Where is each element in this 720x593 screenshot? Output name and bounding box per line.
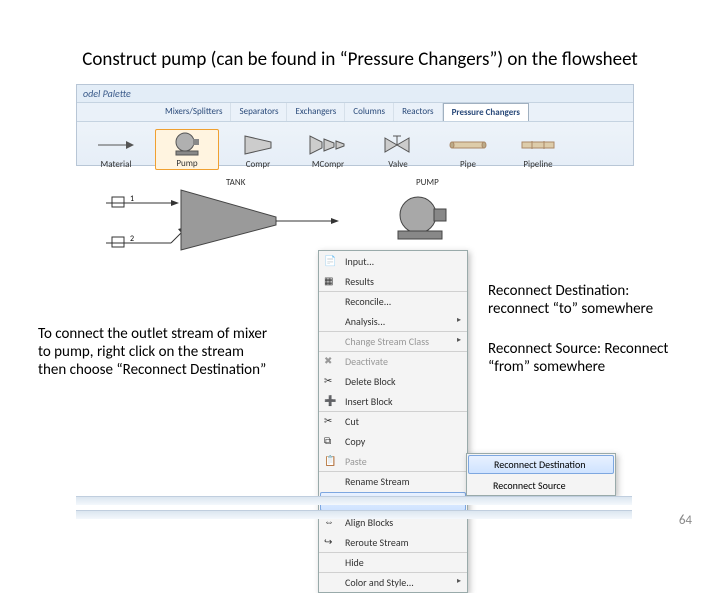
- menu-item-label: Hide: [345, 556, 364, 569]
- menu-item-label: Copy: [345, 435, 365, 448]
- x-icon: ✖: [324, 354, 338, 368]
- palette-item-label: Compr: [246, 159, 271, 170]
- palette-items: Material Pump Compr MCompr Valve: [77, 122, 633, 172]
- palette-item-valve[interactable]: Valve: [367, 131, 429, 170]
- menu-item-label: Insert Block: [345, 395, 393, 408]
- menu-item-input-[interactable]: 📄 Input...: [319, 251, 467, 271]
- palette-item-material[interactable]: Material: [85, 131, 147, 170]
- caption-left: To connect the outlet stream of mixer to…: [38, 325, 268, 379]
- pipe-icon: [446, 131, 490, 159]
- route-icon: ↪: [324, 535, 338, 549]
- stream1-label: 1: [130, 194, 134, 204]
- page-number: 64: [679, 513, 692, 528]
- decorative-bar: [76, 510, 632, 519]
- material-icon: [94, 131, 138, 159]
- menu-item-results[interactable]: ▦ Results: [319, 271, 467, 291]
- caption-reconnect-source: Reconnect Source: Reconnect “from” somew…: [488, 340, 698, 376]
- grid-icon: ▦: [324, 274, 338, 288]
- menu-item-rename-stream[interactable]: Rename Stream: [319, 471, 467, 491]
- stream2-label: 2: [130, 234, 134, 244]
- pump-icon: [165, 130, 209, 158]
- palette-item-label: Pipe: [460, 159, 476, 170]
- slide-title: Construct pump (can be found in “Pressur…: [60, 48, 660, 71]
- tank-label: TANK: [226, 177, 246, 188]
- submenu-item-reconnect-source[interactable]: Reconnect Source: [467, 475, 615, 495]
- submenu-item-reconnect-destination[interactable]: Reconnect Destination: [468, 455, 614, 474]
- menu-item-label: Paste: [345, 455, 367, 468]
- menu-item-label: Change Stream Class: [345, 335, 429, 348]
- valve-icon: [376, 131, 420, 159]
- context-menu: 📄 Input... ▦ Results Reconcile... Analysis...…: [318, 250, 468, 593]
- tab-reactors[interactable]: Reactors: [394, 103, 443, 121]
- menu-item-deactivate[interactable]: ✖ Deactivate: [319, 351, 467, 371]
- menu-item-label: Delete Block: [345, 375, 396, 388]
- palette-item-pipeline[interactable]: Pipeline: [507, 131, 569, 170]
- del-icon: ✂: [324, 374, 338, 388]
- menu-item-label: Results: [345, 275, 374, 288]
- menu-item-label: Deactivate: [345, 355, 388, 368]
- pipeline-icon: [516, 131, 560, 159]
- palette-item-label: MCompr: [312, 159, 344, 170]
- menu-item-reroute-stream[interactable]: ↪ Reroute Stream: [319, 532, 467, 552]
- menu-item-label: Reconcile...: [345, 295, 391, 308]
- copy-icon: ⧉: [324, 434, 338, 448]
- model-palette: odel Palette Mixers/Splitters Separators…: [76, 84, 634, 166]
- tab-separators[interactable]: Separators: [231, 103, 287, 121]
- palette-tabs: Mixers/Splitters Separators Exchangers C…: [77, 103, 633, 122]
- menu-item-label: Analysis...: [345, 315, 385, 328]
- menu-item-cut[interactable]: ✂ Cut: [319, 411, 467, 431]
- menu-item-label: Reroute Stream: [345, 536, 409, 549]
- reconnect-submenu: Reconnect DestinationReconnect Source: [466, 453, 616, 496]
- tab-pressure-changers[interactable]: Pressure Changers: [443, 103, 529, 121]
- decorative-bar: [76, 496, 632, 505]
- menu-item-delete-block[interactable]: ✂ Delete Block: [319, 371, 467, 391]
- ins-icon: ➕: [324, 394, 338, 408]
- cut-icon: ✂: [324, 414, 338, 428]
- menu-item-label: Rename Stream: [345, 475, 410, 488]
- tab-mixers[interactable]: Mixers/Splitters: [157, 103, 231, 121]
- palette-item-compr[interactable]: Compr: [227, 131, 289, 170]
- compr-icon: [236, 131, 280, 159]
- paste-icon: 📋: [324, 454, 338, 468]
- menu-item-paste[interactable]: 📋 Paste: [319, 451, 467, 471]
- menu-item-label: Input...: [345, 255, 374, 268]
- menu-item-change-stream-class[interactable]: Change Stream Class: [319, 331, 467, 351]
- menu-item-insert-block[interactable]: ➕ Insert Block: [319, 391, 467, 411]
- mcompr-icon: [306, 131, 350, 159]
- palette-item-label: Material: [101, 159, 132, 170]
- palette-item-label: Pipeline: [523, 159, 552, 170]
- menu-item-reconcile-[interactable]: Reconcile...: [319, 291, 467, 311]
- menu-item-hide[interactable]: Hide: [319, 552, 467, 572]
- menu-item-label: Cut: [345, 415, 359, 428]
- caption-reconnect-destination: Reconnect Destination: reconnect “to” so…: [488, 282, 688, 318]
- palette-item-pump[interactable]: Pump: [155, 129, 219, 170]
- palette-item-label: Valve: [388, 159, 407, 170]
- palette-item-label: Pump: [176, 158, 197, 169]
- palette-item-pipe[interactable]: Pipe: [437, 131, 499, 170]
- doc-icon: 📄: [324, 254, 338, 268]
- palette-item-mcompr[interactable]: MCompr: [297, 131, 359, 170]
- menu-item-analysis-[interactable]: Analysis...: [319, 311, 467, 331]
- tab-columns[interactable]: Columns: [345, 103, 394, 121]
- tab-exchangers[interactable]: Exchangers: [287, 103, 345, 121]
- palette-header: odel Palette: [77, 85, 633, 103]
- menu-item-color-and-style-[interactable]: Color and Style...: [319, 572, 467, 592]
- pump-label: PUMP: [416, 177, 439, 188]
- menu-item-label: Color and Style...: [345, 576, 414, 589]
- menu-item-copy[interactable]: ⧉ Copy: [319, 431, 467, 451]
